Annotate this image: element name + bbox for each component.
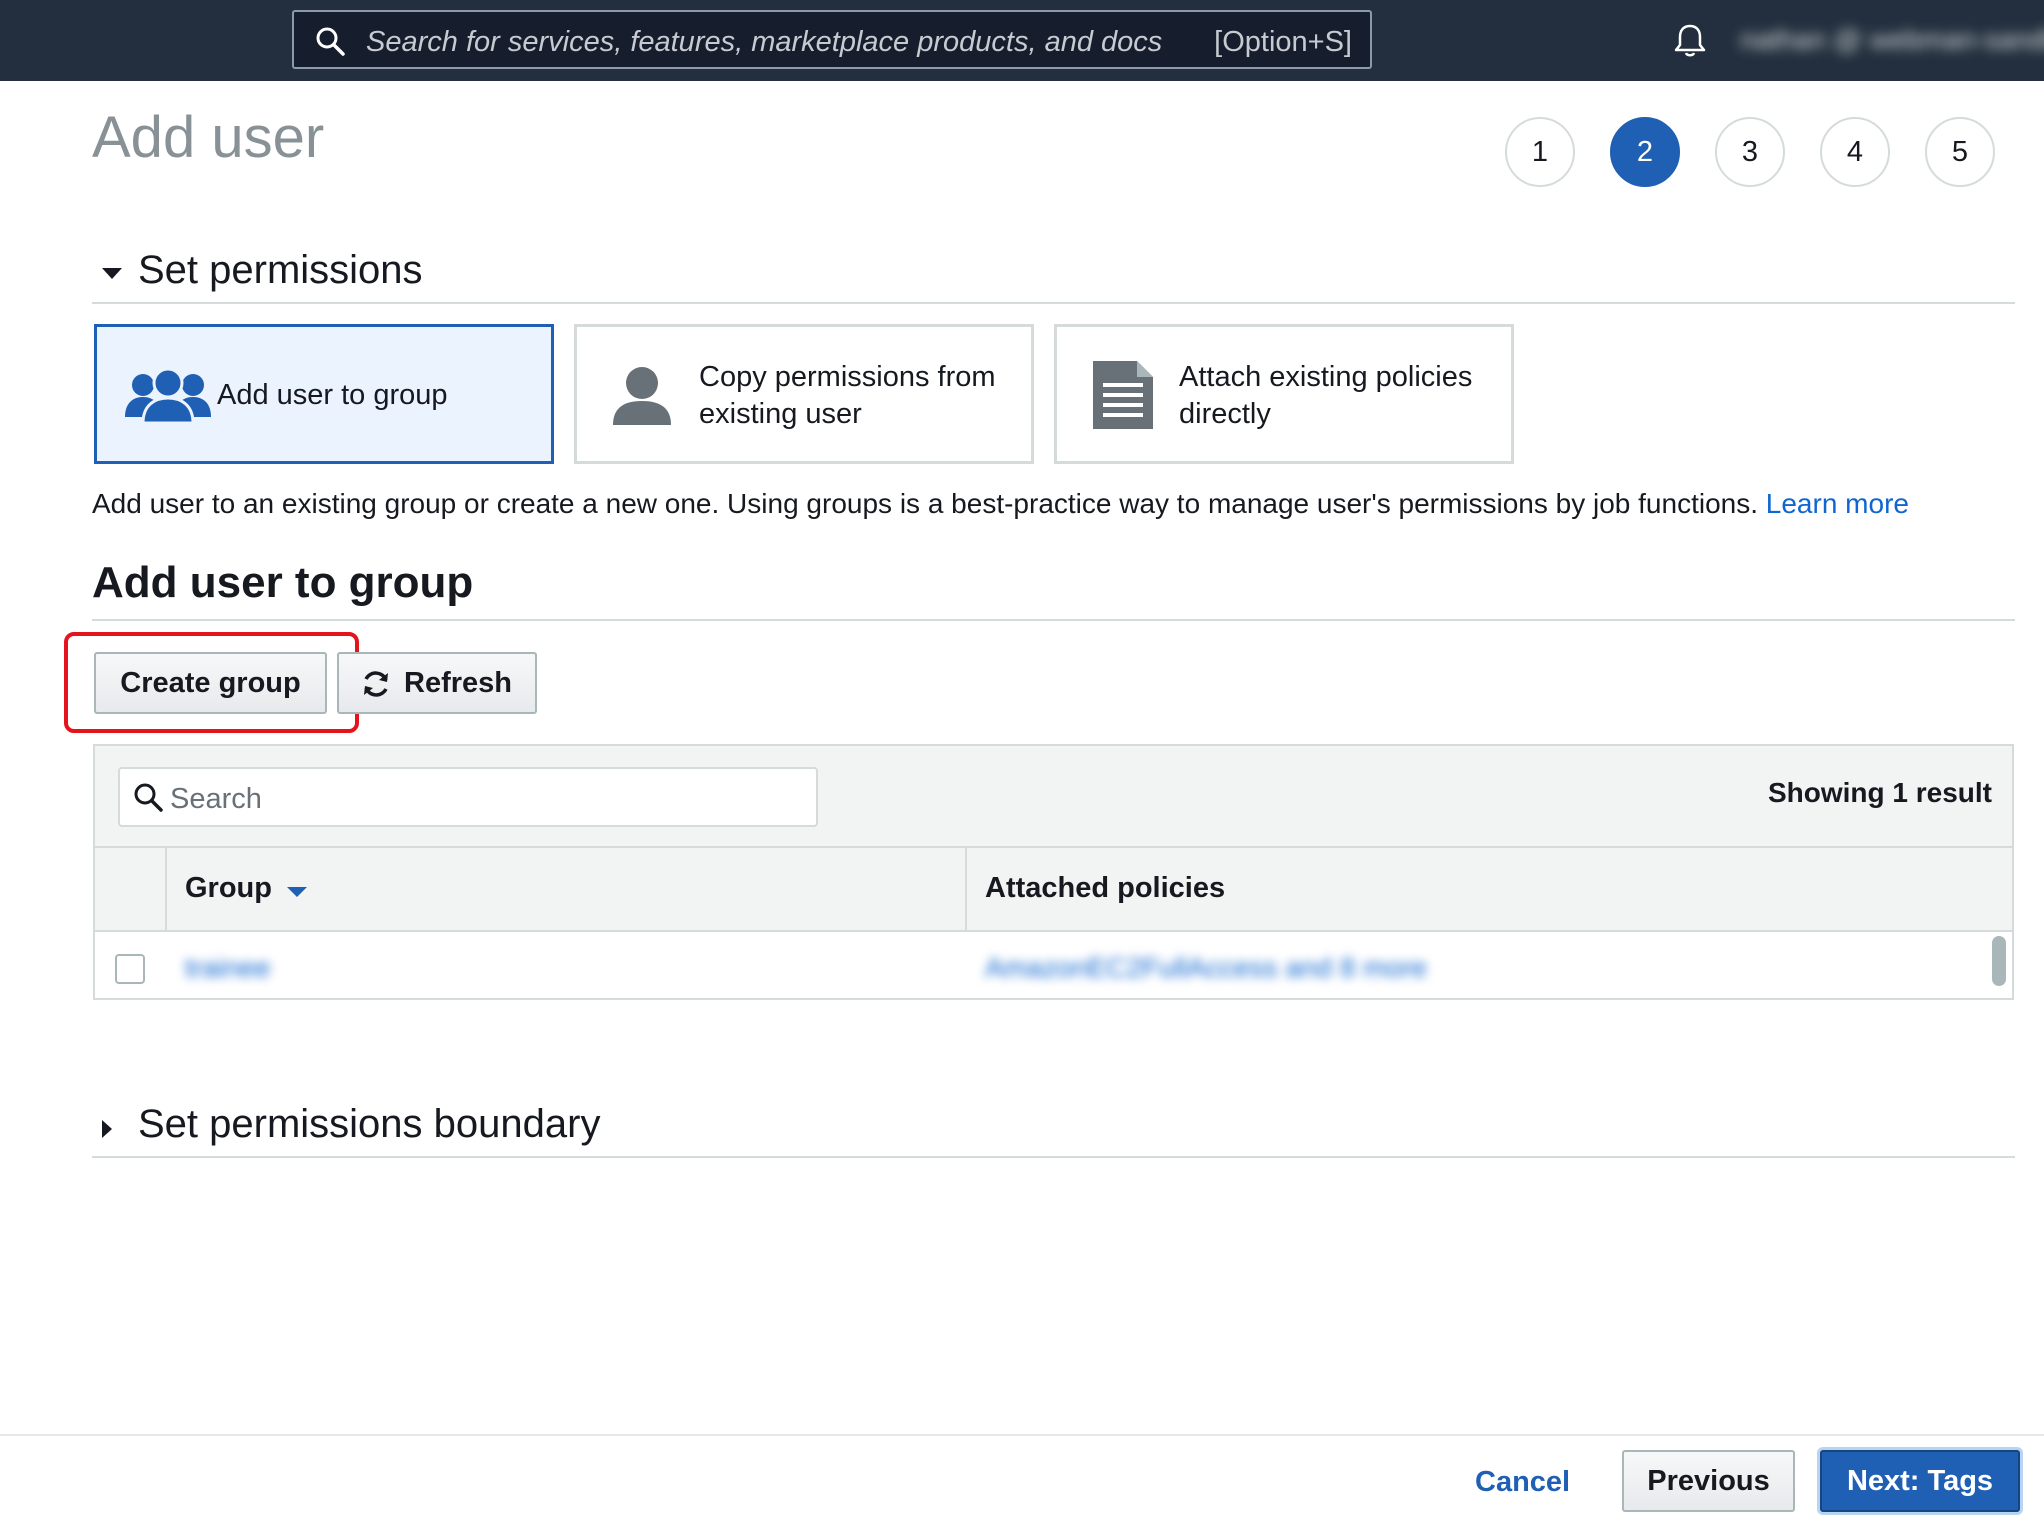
group-search-input[interactable]: Search xyxy=(118,767,818,827)
search-shortcut-hint: [Option+S] xyxy=(1214,26,1352,58)
permissions-description-text: Add user to an existing group or create … xyxy=(92,488,1758,519)
permissions-description: Add user to an existing group or create … xyxy=(92,488,1909,520)
account-menu[interactable]: nathan @ webman-sandbox xyxy=(1740,24,2044,56)
caret-down-icon xyxy=(102,268,122,279)
group-name-link[interactable]: trainee xyxy=(185,952,271,984)
refresh-icon xyxy=(364,671,388,697)
option-add-user-to-group-label: Add user to group xyxy=(217,379,448,411)
group-search-placeholder: Search xyxy=(170,783,262,815)
create-group-button[interactable]: Create group xyxy=(94,652,327,714)
column-divider xyxy=(165,848,167,932)
bell-icon[interactable] xyxy=(1670,20,1710,60)
option-copy-permissions[interactable]: Copy permissions from existing user xyxy=(574,324,1034,464)
option-attach-policies-label-1: Attach existing policies xyxy=(1179,361,1473,393)
groups-table: Search Showing 1 result Group Attached p… xyxy=(93,744,2014,1000)
next-tags-button[interactable]: Next: Tags xyxy=(1820,1450,2020,1512)
user-icon xyxy=(613,367,671,425)
previous-button[interactable]: Previous xyxy=(1622,1450,1795,1512)
wizard-steps: 1 2 3 4 5 xyxy=(1505,117,2005,187)
step-4[interactable]: 4 xyxy=(1820,117,1890,187)
step-5[interactable]: 5 xyxy=(1925,117,1995,187)
column-divider xyxy=(965,848,967,932)
set-permissions-header[interactable]: Set permissions xyxy=(92,244,2015,304)
step-1[interactable]: 1 xyxy=(1505,117,1575,187)
refresh-button-label: Refresh xyxy=(404,667,512,699)
column-header-attached-policies[interactable]: Attached policies xyxy=(985,872,1225,905)
cancel-button[interactable]: Cancel xyxy=(1475,1466,1570,1499)
page-title: Add user xyxy=(92,105,325,170)
footer-divider xyxy=(0,1434,2044,1436)
permissions-boundary-header[interactable]: Set permissions boundary xyxy=(92,1100,2015,1158)
step-3[interactable]: 3 xyxy=(1715,117,1785,187)
attached-policies-link[interactable]: AmazonEC2FullAccess and 8 more xyxy=(985,952,1427,984)
sort-caret-down-icon[interactable] xyxy=(287,887,307,897)
option-attach-policies[interactable]: Attach existing policies directly xyxy=(1054,324,1514,464)
option-copy-permissions-label-1: Copy permissions from xyxy=(699,361,996,393)
column-header-group[interactable]: Group xyxy=(185,872,272,905)
search-icon xyxy=(134,783,163,812)
global-search-input[interactable]: Search for services, features, marketpla… xyxy=(292,10,1372,69)
learn-more-link[interactable]: Learn more xyxy=(1766,488,1909,519)
row-checkbox[interactable] xyxy=(115,954,145,984)
top-navigation-bar: Search for services, features, marketpla… xyxy=(0,0,2044,81)
table-header: Group Attached policies xyxy=(95,848,2012,932)
add-user-to-group-title: Add user to group xyxy=(92,558,474,607)
document-icon xyxy=(1093,361,1153,429)
divider xyxy=(92,619,2015,621)
option-copy-permissions-label-2: existing user xyxy=(699,398,862,430)
table-scrollbar[interactable] xyxy=(1992,936,2006,986)
option-add-user-to-group[interactable]: Add user to group xyxy=(94,324,554,464)
refresh-button[interactable]: Refresh xyxy=(337,652,537,714)
users-group-icon xyxy=(125,367,211,425)
option-attach-policies-label-2: directly xyxy=(1179,398,1271,430)
table-row[interactable]: trainee AmazonEC2FullAccess and 8 more xyxy=(95,934,1985,1000)
set-permissions-title: Set permissions xyxy=(138,248,423,292)
result-count: Showing 1 result xyxy=(1767,777,1992,808)
search-icon xyxy=(316,27,345,56)
step-2-active[interactable]: 2 xyxy=(1610,117,1680,187)
permissions-boundary-title: Set permissions boundary xyxy=(138,1102,601,1146)
table-toolbar: Search Showing 1 result xyxy=(95,746,2012,848)
caret-right-icon xyxy=(102,1120,112,1138)
global-search-placeholder: Search for services, features, marketpla… xyxy=(366,26,1163,58)
